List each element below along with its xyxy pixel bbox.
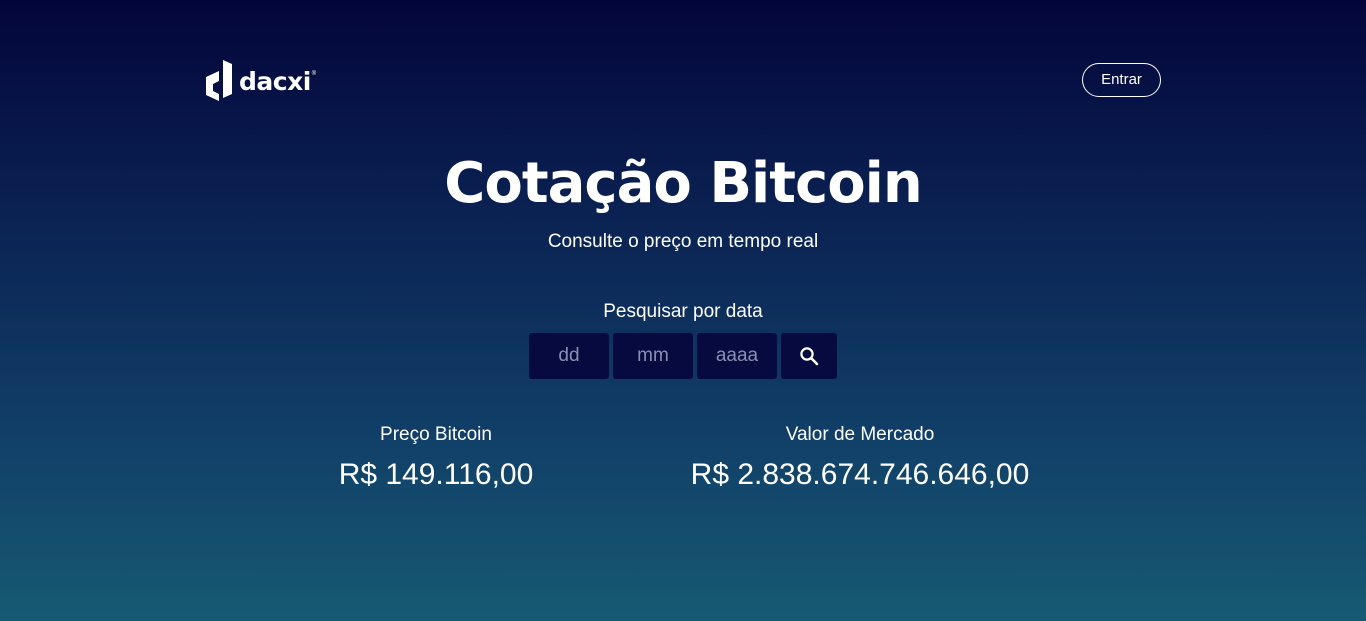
dacxi-logo[interactable]: dacxi ® — [205, 60, 316, 101]
search-by-date-label: Pesquisar por data — [603, 301, 763, 322]
month-input[interactable] — [613, 333, 693, 379]
page-subtitle: Consulte o preço em tempo real — [547, 231, 819, 252]
bitcoin-price-stat: Preço Bitcoin R$ 149.116,00 — [286, 423, 586, 493]
logo-wordmark: dacxi — [239, 67, 311, 96]
date-search-form — [529, 333, 837, 379]
bitcoin-price-label: Preço Bitcoin — [380, 424, 492, 445]
day-input[interactable] — [529, 333, 609, 379]
registered-mark: ® — [311, 71, 317, 77]
dacxi-logo-icon — [206, 60, 232, 101]
year-input[interactable] — [697, 333, 777, 379]
market-value-stat: Valor de Mercado R$ 2.838.674.746.646,00 — [620, 423, 1100, 493]
login-button[interactable]: Entrar — [1082, 63, 1161, 97]
bitcoin-price-value: R$ 149.116,00 — [338, 458, 534, 491]
page-title: Cotação Bitcoin — [444, 151, 922, 216]
search-button[interactable] — [781, 333, 837, 379]
search-icon — [800, 347, 819, 366]
market-value-label: Valor de Mercado — [785, 424, 935, 445]
market-value-value: R$ 2.838.674.746.646,00 — [690, 458, 1030, 491]
